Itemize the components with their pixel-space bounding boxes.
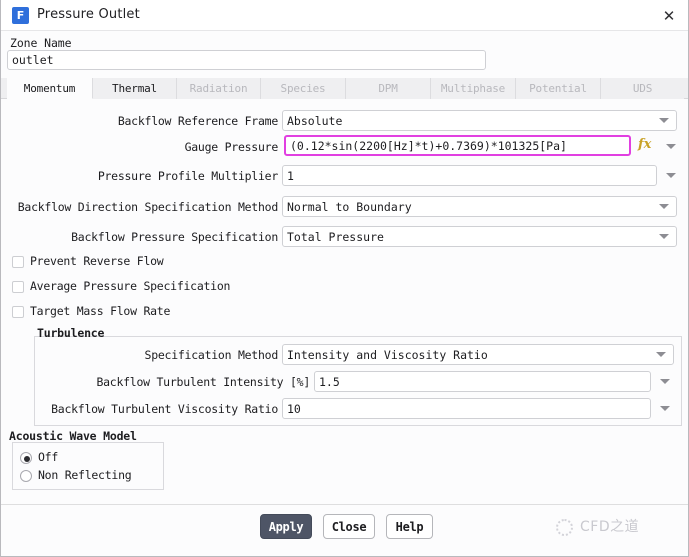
average-pressure-specification-label: Average Pressure Specification bbox=[30, 279, 231, 293]
zone-name-input[interactable] bbox=[7, 50, 486, 70]
acoustic-non-reflecting-label: Non Reflecting bbox=[38, 468, 132, 482]
acoustic-wave-model-title: Acoustic Wave Model bbox=[9, 429, 137, 443]
backflow-turbulent-intensity-input[interactable] bbox=[314, 371, 651, 392]
help-button[interactable]: Help bbox=[386, 514, 433, 539]
backflow-turbulent-viscosity-ratio-label: Backflow Turbulent Viscosity Ratio bbox=[51, 402, 278, 416]
turbulence-group-title: Turbulence bbox=[37, 326, 105, 340]
backflow-pressure-spec-chevron-down-icon[interactable] bbox=[658, 230, 671, 243]
apply-button[interactable]: Apply bbox=[260, 514, 312, 539]
watermark-text: CFD之道 bbox=[580, 519, 640, 535]
tab-multiphase[interactable]: Multiphase bbox=[431, 78, 516, 99]
gauge-pressure-chevron-down-icon[interactable] bbox=[665, 140, 678, 153]
tab-momentum[interactable]: Momentum bbox=[7, 78, 93, 99]
pressure-outlet-dialog: F Pressure Outlet ✕ Zone Name Momentum T… bbox=[0, 0, 689, 557]
watermark-logo-icon bbox=[556, 519, 573, 536]
target-mass-flow-rate-checkbox[interactable] bbox=[12, 306, 24, 318]
acoustic-off-radio[interactable] bbox=[20, 452, 32, 464]
footer-divider bbox=[1, 504, 688, 505]
backflow-turbulent-intensity-label: Backflow Turbulent Intensity [%] bbox=[96, 375, 310, 389]
backflow-turbulent-intensity-chevron-down-icon[interactable] bbox=[659, 375, 672, 388]
momentum-panel: Backflow Reference Frame Gauge Pressure … bbox=[1, 99, 688, 504]
tab-thermal[interactable]: Thermal bbox=[93, 78, 177, 99]
close-icon[interactable]: ✕ bbox=[656, 4, 682, 28]
average-pressure-specification-checkbox[interactable] bbox=[12, 281, 24, 293]
acoustic-non-reflecting-radio[interactable] bbox=[20, 470, 32, 482]
turbulence-specification-method-select[interactable] bbox=[282, 344, 674, 365]
dialog-title: Pressure Outlet bbox=[37, 7, 140, 22]
tab-species[interactable]: Species bbox=[261, 78, 346, 99]
gauge-pressure-input[interactable] bbox=[284, 135, 631, 156]
gauge-pressure-label: Gauge Pressure bbox=[184, 140, 279, 154]
backflow-reference-frame-chevron-down-icon[interactable] bbox=[658, 114, 671, 127]
pressure-profile-multiplier-input[interactable] bbox=[282, 165, 657, 186]
target-mass-flow-rate-label: Target Mass Flow Rate bbox=[30, 304, 171, 318]
fluent-f-icon: F bbox=[12, 7, 29, 24]
acoustic-off-label: Off bbox=[38, 450, 59, 464]
backflow-pressure-spec-label: Backflow Pressure Specification bbox=[71, 230, 278, 244]
tab-bar: Momentum Thermal Radiation Species DPM M… bbox=[1, 78, 688, 99]
close-button[interactable]: Close bbox=[323, 514, 375, 539]
pressure-profile-multiplier-label: Pressure Profile Multiplier bbox=[97, 169, 278, 183]
pressure-profile-multiplier-chevron-down-icon[interactable] bbox=[665, 169, 678, 182]
backflow-direction-spec-method-label: Backflow Direction Specification Method bbox=[17, 200, 279, 214]
backflow-pressure-spec-select[interactable] bbox=[282, 226, 677, 247]
prevent-reverse-flow-checkbox[interactable] bbox=[12, 256, 24, 268]
tab-potential[interactable]: Potential bbox=[516, 78, 601, 99]
backflow-direction-spec-method-chevron-down-icon[interactable] bbox=[658, 200, 671, 213]
tab-dpm[interactable]: DPM bbox=[346, 78, 431, 99]
backflow-direction-spec-method-select[interactable] bbox=[282, 196, 677, 217]
watermark: CFD之道 bbox=[556, 515, 681, 541]
zone-name-label: Zone Name bbox=[10, 36, 72, 50]
tab-uds[interactable]: UDS bbox=[601, 78, 684, 99]
backflow-reference-frame-label: Backflow Reference Frame bbox=[117, 114, 278, 128]
turbulence-specification-method-label: Specification Method bbox=[144, 348, 279, 362]
acoustic-wave-model-group-box bbox=[12, 442, 164, 490]
backflow-turbulent-viscosity-ratio-input[interactable] bbox=[282, 398, 651, 419]
fx-expression-icon[interactable]: fx bbox=[638, 137, 651, 152]
tab-radiation[interactable]: Radiation bbox=[177, 78, 261, 99]
backflow-reference-frame-select[interactable] bbox=[282, 110, 677, 131]
backflow-turbulent-viscosity-ratio-chevron-down-icon[interactable] bbox=[659, 402, 672, 415]
title-bar: F Pressure Outlet ✕ bbox=[1, 0, 688, 31]
turbulence-specification-method-chevron-down-icon[interactable] bbox=[655, 348, 668, 361]
prevent-reverse-flow-label: Prevent Reverse Flow bbox=[30, 254, 164, 268]
